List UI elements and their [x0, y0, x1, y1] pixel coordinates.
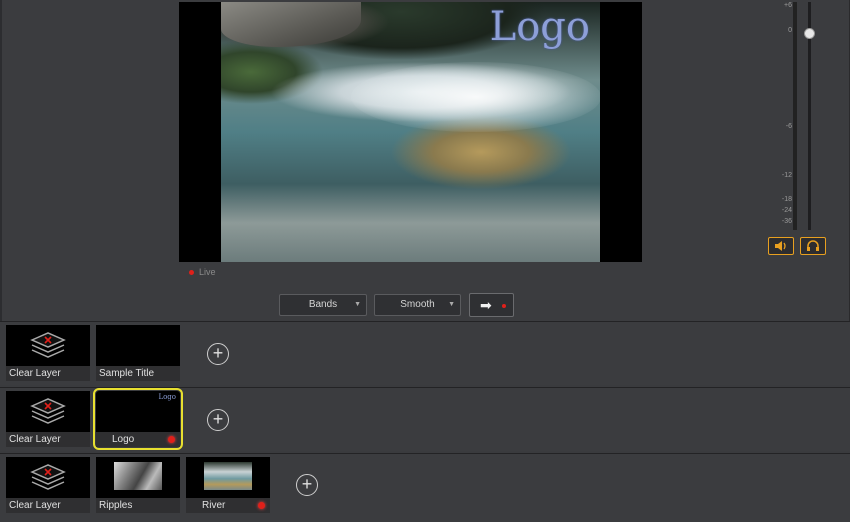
layer-row-2: Clear Layer Logo Logo +: [0, 387, 850, 451]
transition-easing-value: Smooth: [400, 299, 435, 310]
meter-tick-label: -18: [781, 196, 792, 203]
take-transition-button[interactable]: ➡: [469, 293, 514, 317]
live-dot-icon: [258, 502, 265, 509]
meter-tick-label: -24: [781, 207, 792, 214]
speaker-button[interactable]: [768, 237, 794, 255]
headphones-icon: [807, 240, 819, 251]
live-dot-icon: [189, 270, 194, 276]
meter-tick-label: 0: [788, 27, 792, 34]
layers-clear-icon: [30, 464, 66, 490]
tile-label: Clear Layer: [6, 366, 90, 381]
chevron-down-icon: ▼: [354, 301, 361, 308]
meter-tick-label: +6: [784, 2, 792, 9]
add-input-button[interactable]: +: [296, 474, 318, 496]
ripples-tile[interactable]: Ripples: [96, 457, 180, 513]
layer-row-3: Clear Layer Ripples River +: [0, 453, 850, 522]
transition-easing-dropdown[interactable]: Smooth ▼: [374, 294, 461, 316]
left-edge: [0, 0, 2, 321]
tile-label: Ripples: [96, 498, 180, 513]
add-input-button[interactable]: +: [207, 409, 229, 431]
thumb-logo-text: Logo: [158, 393, 176, 401]
sample-title-tile[interactable]: Sample Title: [96, 325, 180, 381]
clear-layer-tile[interactable]: Clear Layer: [6, 457, 90, 513]
preview-logo-overlay: Logo: [489, 4, 590, 50]
transition-effect-value: Bands: [308, 299, 338, 310]
logo-tile[interactable]: Logo Logo: [93, 388, 183, 450]
river-tile[interactable]: River: [186, 457, 270, 513]
live-label: Live: [199, 267, 216, 277]
volume-fader-knob[interactable]: [804, 28, 815, 39]
layers-clear-icon: [30, 398, 66, 424]
clear-layer-tile[interactable]: Clear Layer: [6, 391, 90, 447]
video-rock: [221, 2, 361, 47]
live-dot-icon: [502, 304, 506, 308]
layers-clear-icon: [30, 332, 66, 358]
meter-tick-label: -36: [781, 218, 792, 225]
tile-label: Clear Layer: [6, 432, 90, 447]
video-foam: [351, 62, 600, 132]
live-indicator: Live: [189, 267, 216, 277]
preview-video: Logo: [221, 2, 600, 262]
preview-area: Logo Live +6 0 -6 -12 -18 -24 -36 Bands …: [0, 0, 850, 321]
tile-label: Clear Layer: [6, 498, 90, 513]
ripples-thumbnail: [114, 462, 162, 490]
layer-row-1: Clear Layer Sample Title +: [0, 321, 850, 385]
tile-label: Sample Title: [96, 366, 180, 381]
arrow-right-icon: ➡: [480, 297, 492, 313]
speaker-icon: [775, 241, 786, 251]
meter-tick-label: -6: [785, 123, 792, 130]
live-dot-icon: [168, 436, 175, 443]
audio-level-meter: [793, 2, 797, 230]
chevron-down-icon: ▼: [448, 301, 455, 308]
transition-effect-dropdown[interactable]: Bands ▼: [279, 294, 367, 316]
add-input-button[interactable]: +: [207, 343, 229, 365]
headphones-button[interactable]: [800, 237, 826, 255]
meter-tick-label: -12: [781, 172, 792, 179]
program-preview: Logo: [179, 2, 642, 262]
clear-layer-tile[interactable]: Clear Layer: [6, 325, 90, 381]
river-thumbnail: [204, 462, 252, 490]
audio-meter-scale: +6 0 -6 -12 -18 -24 -36: [776, 2, 792, 230]
